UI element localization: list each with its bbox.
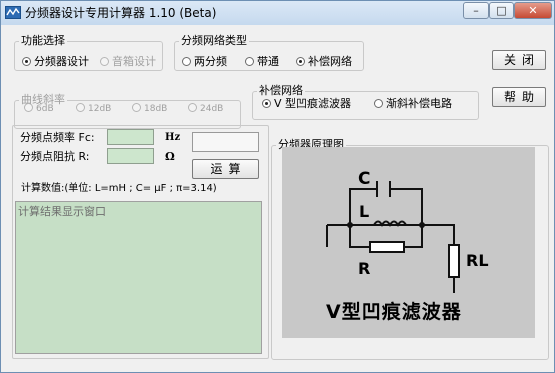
label-rl: RL — [466, 251, 489, 270]
radio-disabled-icon — [100, 57, 109, 66]
circuit-diagram-area: C L R RL V型凹痕滤波器 — [282, 147, 535, 338]
calc-info-label: 计算数值:(单位: L=mH ; C= μF ; π=3.14) — [21, 183, 217, 194]
freq-label: 分频点频率 Fc: — [20, 131, 95, 144]
function-select-legend: 功能选择 — [21, 34, 65, 47]
radio-12db: 12dB — [76, 103, 111, 116]
help-button[interactable]: 帮助 — [492, 87, 546, 107]
compensation-legend: 补偿网络 — [259, 84, 303, 97]
radio-v-notch-label: V 型凹痕滤波器 — [274, 97, 352, 110]
app-window: 分频器设计专用计算器 1.10 (Beta) – □ ✕ 功能选择 分频器设计 … — [0, 0, 555, 373]
radio-icon — [245, 57, 254, 66]
app-icon — [5, 6, 21, 19]
radio-v-notch[interactable]: V 型凹痕滤波器 — [262, 97, 351, 110]
radio-filter-design[interactable]: 分频器设计 — [22, 55, 89, 68]
radio-18db-label: 18dB — [144, 104, 168, 114]
radio-selected-icon — [262, 99, 271, 108]
radio-selected-icon — [22, 57, 31, 66]
title-bar[interactable]: 分频器设计专用计算器 1.10 (Beta) – □ ✕ — [1, 1, 554, 25]
impedance-input[interactable] — [107, 148, 154, 164]
radio-disabled-icon — [188, 103, 197, 112]
radio-icon — [374, 99, 383, 108]
maximize-icon: □ — [496, 4, 507, 17]
radio-bandpass[interactable]: 带通 — [245, 55, 279, 68]
label-l: L — [359, 202, 370, 221]
impedance-label: 分频点阻抗 R: — [20, 150, 90, 163]
minimize-icon: – — [473, 4, 479, 17]
result-placeholder: 计算结果显示窗口 — [18, 205, 106, 218]
window-title: 分频器设计专用计算器 1.10 (Beta) — [25, 6, 217, 20]
output-field — [192, 132, 259, 152]
client-area: 功能选择 分频器设计 音箱设计 分频网络类型 两分频 带通 补偿网络 关闭 帮助… — [4, 25, 551, 369]
radio-24db-label: 24dB — [200, 104, 224, 114]
radio-disabled-icon — [24, 103, 33, 112]
radio-filter-design-label: 分频器设计 — [34, 55, 89, 68]
result-window[interactable]: 计算结果显示窗口 — [15, 201, 262, 354]
radio-24db: 24dB — [188, 103, 223, 116]
radio-selected-icon — [296, 57, 305, 66]
radio-disabled-icon — [132, 103, 141, 112]
radio-two-way-label: 两分频 — [194, 55, 227, 68]
close-window-button[interactable]: ✕ — [514, 2, 552, 19]
radio-gradual-compensation[interactable]: 渐斜补偿电路 — [374, 97, 452, 110]
compute-button[interactable]: 运算 — [192, 159, 259, 179]
radio-18db: 18dB — [132, 103, 167, 116]
radio-two-way[interactable]: 两分频 — [182, 55, 227, 68]
radio-6db-label: 6dB — [36, 104, 54, 114]
freq-unit: Hz — [165, 132, 181, 143]
close-button[interactable]: 关闭 — [492, 50, 546, 70]
label-c: C — [358, 169, 371, 189]
impedance-unit: Ω — [165, 150, 175, 163]
maximize-button[interactable]: □ — [489, 2, 514, 19]
minimize-button[interactable]: – — [463, 2, 489, 19]
radio-12db-label: 12dB — [88, 104, 112, 114]
radio-gradual-compensation-label: 渐斜补偿电路 — [386, 97, 452, 110]
label-r: R — [358, 259, 371, 278]
radio-compensation-label: 补偿网络 — [308, 55, 352, 68]
radio-icon — [182, 57, 191, 66]
diagram-caption: V型凹痕滤波器 — [326, 301, 462, 323]
freq-input[interactable] — [107, 129, 154, 145]
radio-speaker-design-label: 音箱设计 — [112, 55, 156, 68]
network-type-legend: 分频网络类型 — [181, 34, 247, 47]
radio-speaker-design: 音箱设计 — [100, 55, 156, 68]
radio-bandpass-label: 带通 — [257, 55, 279, 68]
close-icon: ✕ — [528, 4, 538, 17]
radio-6db: 6dB — [24, 103, 54, 116]
radio-disabled-icon — [76, 103, 85, 112]
radio-compensation[interactable]: 补偿网络 — [296, 55, 352, 68]
